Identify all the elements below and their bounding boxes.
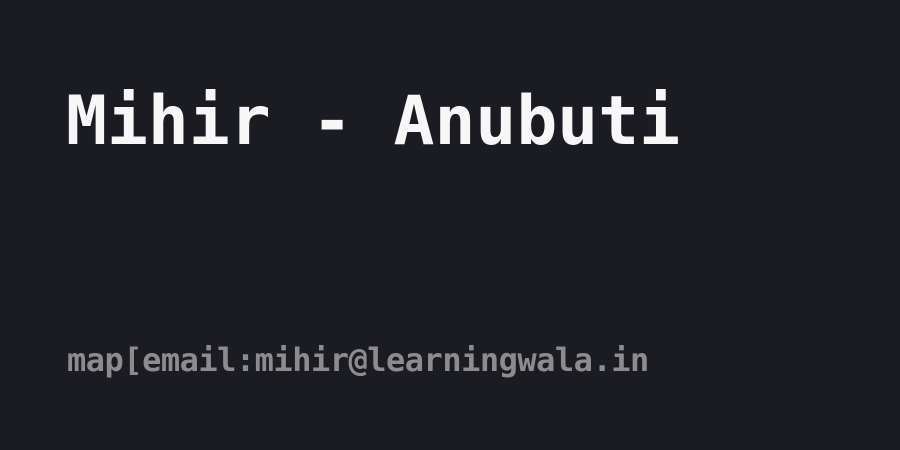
social-card: Mihir - Anubuti map[email:mihir@learning… xyxy=(0,0,900,450)
author-contact-text: map[email:mihir@learningwala.in xyxy=(67,341,649,379)
page-title: Mihir - Anubuti xyxy=(66,82,681,161)
